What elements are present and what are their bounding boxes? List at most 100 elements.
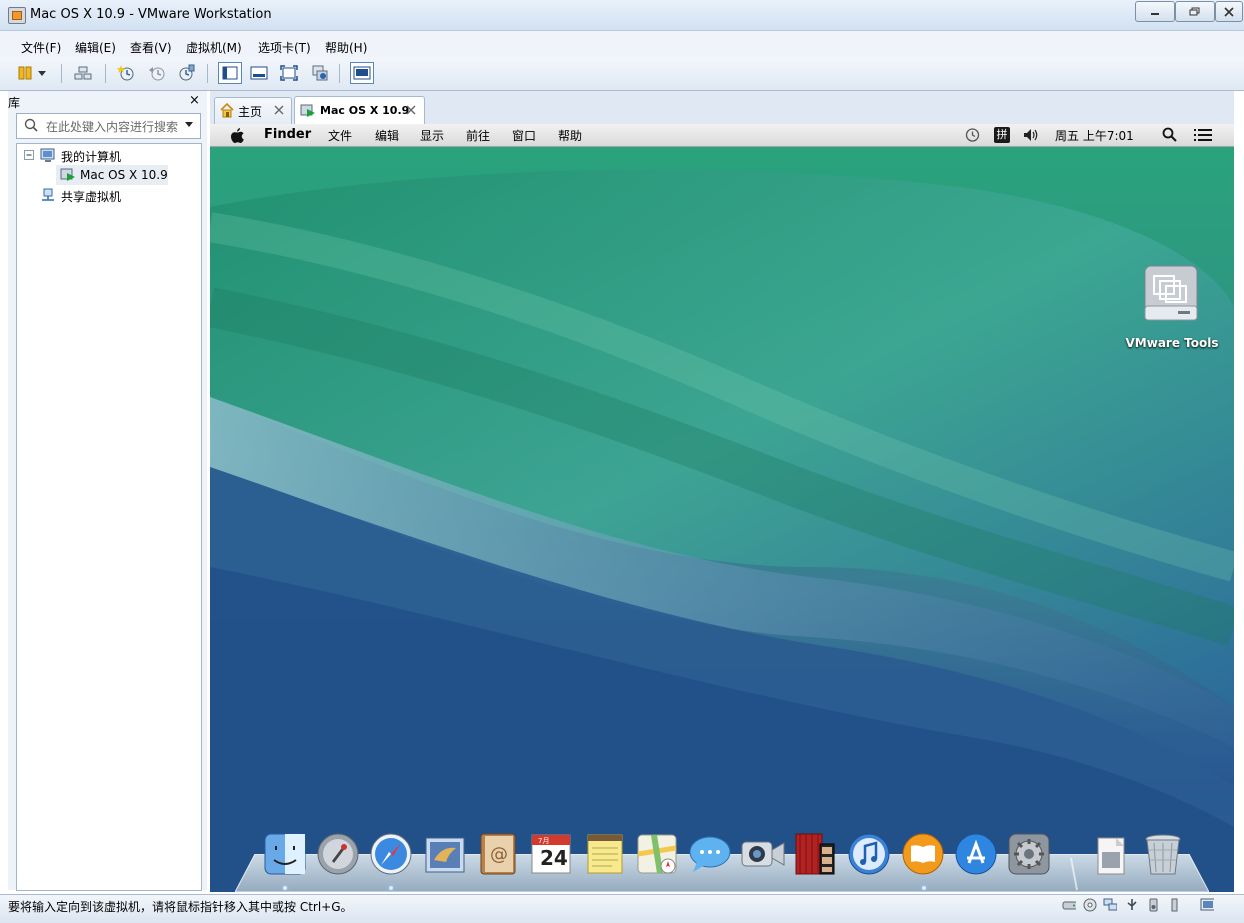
unity-icon: [312, 65, 328, 81]
pause-button[interactable]: [15, 63, 35, 83]
revert-snapshot-icon: [149, 67, 165, 81]
toolbar-separator: [339, 64, 340, 83]
tree-item-my-computer[interactable]: 我的计算机: [61, 148, 121, 165]
quick-switch-button[interactable]: [249, 63, 269, 83]
mavericks-wallpaper: [210, 147, 1234, 892]
snapshot-icon: [117, 65, 134, 81]
menu-help[interactable]: 帮助(H): [323, 39, 369, 56]
apple-menu-icon[interactable]: [230, 127, 245, 144]
app-store-icon[interactable]: [953, 830, 999, 878]
fullscreen-button[interactable]: [279, 63, 299, 83]
close-button[interactable]: [1215, 1, 1243, 22]
trash-icon[interactable]: [1140, 830, 1186, 878]
ibooks-icon[interactable]: [900, 830, 946, 878]
vmware-tools-disk-icon[interactable]: [1142, 264, 1200, 326]
status-message: 要将输入定向到该虚拟机，请将鼠标指针移入其中或按 Ctrl+G。: [8, 900, 353, 914]
vmware-tools-label: VMware Tools: [1125, 336, 1219, 350]
printer-status-icon[interactable]: [1167, 898, 1181, 912]
network-status-icon[interactable]: [1103, 898, 1117, 912]
menu-edit[interactable]: 编辑(E): [73, 39, 118, 56]
input-method-indicator[interactable]: 拼: [994, 127, 1010, 143]
menu-tabs[interactable]: 选项卡(T): [256, 39, 313, 56]
launchpad-icon[interactable]: [315, 830, 361, 878]
revert-snapshot-button[interactable]: [147, 63, 167, 83]
restore-icon: [1189, 7, 1200, 15]
thumbnail-view-icon: [353, 66, 371, 80]
search-icon: [24, 118, 38, 132]
usb-status-icon[interactable]: [1125, 898, 1139, 912]
calendar-day: 24: [540, 846, 568, 870]
tree-item-vm[interactable]: Mac OS X 10.9: [80, 168, 168, 182]
mac-menu-window[interactable]: 窗口: [512, 127, 536, 144]
facetime-icon[interactable]: [740, 830, 786, 878]
cd-drive-status-icon[interactable]: [1083, 898, 1097, 912]
library-close-button[interactable]: ×: [189, 93, 200, 108]
window-title: Mac OS X 10.9 - VMware Workstation: [30, 7, 272, 22]
mac-menu-go[interactable]: 前往: [466, 127, 490, 144]
notification-center-icon[interactable]: [1193, 128, 1213, 142]
minimize-button[interactable]: [1135, 1, 1175, 22]
tree-item-shared-vms[interactable]: 共享虚拟机: [61, 188, 121, 205]
vm-running-icon: [60, 168, 75, 181]
messages-icon[interactable]: [687, 830, 733, 878]
vm-display[interactable]: Finder 文件 编辑 显示 前往 窗口 帮助 拼 周五 上午7:01 VMw…: [210, 124, 1234, 892]
finder-icon[interactable]: [262, 830, 308, 878]
sound-status-icon[interactable]: [1146, 898, 1160, 912]
toolbar-separator: [105, 64, 106, 83]
safari-icon[interactable]: [368, 830, 414, 878]
quick-switch-icon: [250, 66, 268, 80]
unity-button[interactable]: [310, 63, 330, 83]
library-tree: [16, 143, 202, 891]
running-indicator: [922, 886, 926, 890]
tab-home-label: 主页: [238, 105, 263, 119]
mac-menu-help[interactable]: 帮助: [558, 127, 582, 144]
time-machine-icon[interactable]: [964, 127, 981, 143]
console-view-button[interactable]: [218, 62, 242, 84]
collapse-toggle-icon[interactable]: [24, 150, 35, 161]
dropdown-icon: [38, 71, 46, 76]
search-dropdown-icon[interactable]: [184, 119, 194, 129]
take-snapshot-button[interactable]: [116, 63, 136, 83]
menu-file[interactable]: 文件(F): [19, 39, 63, 56]
send-ctrl-alt-del-icon: [74, 66, 92, 80]
maximize-button[interactable]: [1175, 1, 1215, 22]
system-preferences-icon[interactable]: [1006, 830, 1052, 878]
hard-disk-status-icon[interactable]: [1062, 898, 1076, 912]
notes-icon[interactable]: [582, 830, 628, 878]
tab-close-icon[interactable]: [406, 105, 416, 115]
running-indicator: [389, 886, 393, 890]
console-view-icon: [222, 66, 238, 80]
tab-close-icon[interactable]: [274, 105, 284, 115]
pause-icon: [18, 66, 32, 80]
display-status-icon[interactable]: [1200, 898, 1214, 912]
close-icon: [1224, 6, 1234, 17]
mac-clock[interactable]: 周五 上午7:01: [1055, 127, 1134, 144]
contacts-icon[interactable]: @: [475, 830, 521, 878]
fullscreen-icon: [280, 65, 298, 81]
vmware-app-icon: [8, 7, 26, 24]
toolbar-separator: [207, 64, 208, 83]
menu-view[interactable]: 查看(V): [128, 39, 174, 56]
menu-vm[interactable]: 虚拟机(M): [184, 39, 244, 56]
shared-vms-icon: [42, 188, 54, 201]
minimize-icon: [1151, 12, 1159, 15]
itunes-icon[interactable]: [846, 830, 892, 878]
mac-menu-view[interactable]: 显示: [420, 127, 444, 144]
photo-booth-icon[interactable]: [792, 830, 838, 878]
tab-mac-os-label: Mac OS X 10.9: [320, 104, 410, 117]
thumbnail-view-button[interactable]: [350, 62, 374, 84]
vm-running-icon: [300, 104, 315, 117]
mac-menu-file[interactable]: 文件: [328, 127, 352, 144]
volume-icon[interactable]: [1023, 128, 1040, 142]
spotlight-icon[interactable]: [1162, 127, 1177, 142]
my-computer-icon: [40, 148, 55, 162]
snapshot-manager-button[interactable]: [176, 63, 196, 83]
maps-icon[interactable]: [634, 830, 680, 878]
mail-icon[interactable]: [422, 830, 468, 878]
mac-menu-finder[interactable]: Finder: [264, 127, 311, 142]
send-ctrl-alt-del-button[interactable]: [73, 63, 93, 83]
mac-menu-edit[interactable]: 编辑: [375, 127, 399, 144]
downloads-stack-icon[interactable]: [1088, 830, 1134, 878]
library-title: 库: [8, 96, 21, 110]
power-dropdown[interactable]: [36, 63, 48, 83]
